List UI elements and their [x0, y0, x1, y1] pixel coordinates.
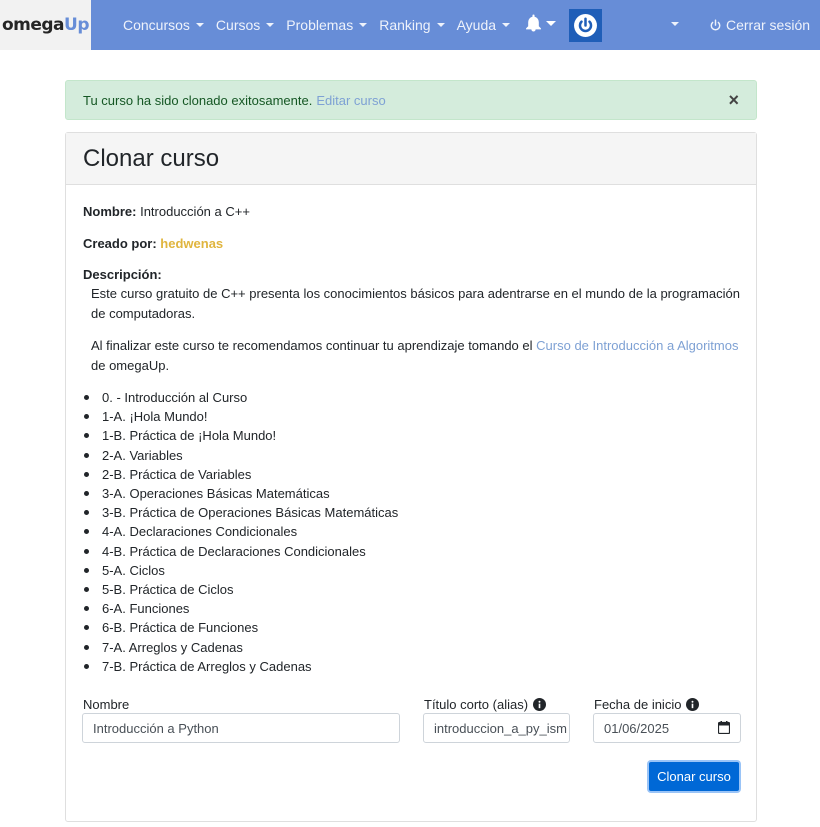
- edit-course-link[interactable]: Editar curso: [316, 93, 385, 108]
- nav-item-ranking[interactable]: Ranking: [373, 17, 450, 33]
- info-icon[interactable]: [686, 698, 700, 711]
- list-item: 4-B. Práctica de Declaraciones Condicion…: [83, 542, 398, 561]
- alias-field-label: Título corto (alias): [424, 697, 547, 712]
- caret-down-icon: [195, 23, 204, 27]
- list-item: 4-A. Declaraciones Condicionales: [83, 522, 398, 541]
- nav-label: Problemas: [286, 17, 354, 33]
- top-navbar: omegaUp Concursos Cursos Problemas Ranki…: [0, 0, 820, 50]
- caret-down-icon: [436, 23, 445, 27]
- nav-label: Ranking: [379, 17, 431, 33]
- brand-logo[interactable]: omegaUp: [0, 0, 91, 50]
- nav-item-cursos[interactable]: Cursos: [210, 17, 280, 33]
- close-alert-button[interactable]: ×: [728, 90, 739, 111]
- start-date-input[interactable]: 01/06/2025: [593, 713, 741, 743]
- calendar-icon[interactable]: [717, 721, 731, 737]
- creator-label: Creado por:: [83, 236, 157, 251]
- clone-course-button[interactable]: Clonar curso: [647, 760, 741, 793]
- alert-message: Tu curso ha sido clonado exitosamente.: [83, 92, 313, 108]
- syllabus-list: 0. - Introducción al Curso 1-A. ¡Hola Mu…: [83, 388, 398, 676]
- nav-label: Ayuda: [456, 17, 497, 33]
- list-item: 7-B. Práctica de Arreglos y Cadenas: [83, 657, 398, 676]
- success-alert: Tu curso ha sido clonado exitosamente. E…: [65, 80, 757, 120]
- description-heading: Descripción:: [83, 267, 162, 282]
- course-name-line: Nombre: Introducción a C++: [83, 204, 250, 219]
- nav-label: Concursos: [123, 17, 190, 33]
- caret-down-icon: [546, 20, 556, 26]
- creator-line: Creado por: hedwenas: [83, 236, 223, 251]
- list-item: 1-B. Práctica de ¡Hola Mundo!: [83, 426, 398, 445]
- bell-icon: [526, 14, 541, 32]
- alias-label-text: Título corto (alias): [424, 697, 529, 712]
- power-icon: [710, 18, 721, 30]
- nav-menu: Concursos Cursos Problemas Ranking Ayuda: [117, 0, 516, 50]
- list-item: 7-A. Arreglos y Cadenas: [83, 638, 398, 657]
- creator-link[interactable]: hedwenas: [160, 236, 223, 251]
- nav-item-concursos[interactable]: Concursos: [117, 17, 210, 33]
- name-label-text: Nombre: [83, 697, 130, 712]
- course-name-value: Introducción a C++: [140, 204, 250, 219]
- notifications-button[interactable]: [525, 14, 556, 32]
- name-field-label: Nombre: [83, 697, 129, 712]
- nav-label: Cursos: [215, 17, 261, 33]
- caret-down-icon: [359, 23, 368, 27]
- start-date-label-text: Fecha de inicio: [594, 697, 682, 712]
- course-name-label: Nombre:: [83, 204, 137, 219]
- description-text: Al finalizar este curso te recomendamos …: [91, 338, 533, 353]
- list-item: 6-B. Práctica de Funciones: [83, 618, 398, 637]
- list-item: 5-A. Ciclos: [83, 561, 398, 580]
- caret-down-icon: [266, 23, 275, 27]
- list-item: 0. - Introducción al Curso: [83, 388, 398, 407]
- list-item: 5-B. Práctica de Ciclos: [83, 580, 398, 599]
- list-item: 6-A. Funciones: [83, 599, 398, 618]
- brand-omega: omega: [1, 15, 65, 35]
- list-item: 2-B. Práctica de Variables: [83, 465, 398, 484]
- description-text: de omegaUp.: [91, 357, 170, 373]
- description-paragraph-2: Al finalizar este curso te recomendamos …: [91, 336, 741, 375]
- card-header: Clonar curso: [66, 133, 756, 185]
- list-item: 2-A. Variables: [83, 446, 398, 465]
- brand-up: Up: [64, 15, 90, 35]
- power-icon: [574, 14, 597, 37]
- caret-down-icon: [502, 23, 511, 27]
- user-menu-caret-icon[interactable]: [671, 22, 679, 26]
- nav-item-problemas[interactable]: Problemas: [280, 17, 373, 33]
- user-avatar[interactable]: [569, 9, 602, 42]
- description-label: Descripción:: [83, 267, 162, 282]
- logout-button[interactable]: Cerrar sesión: [709, 0, 810, 50]
- page-title: Clonar curso: [83, 144, 220, 172]
- list-item: 3-A. Operaciones Básicas Matemáticas: [83, 484, 398, 503]
- name-input[interactable]: Introducción a Python: [82, 713, 400, 743]
- algorithms-course-link[interactable]: Curso de Introducción a Algoritmos: [536, 338, 738, 353]
- info-icon[interactable]: [533, 698, 547, 711]
- clone-course-card: Clonar curso Nombre: Introducción a C++ …: [65, 132, 757, 822]
- start-date-field-label: Fecha de inicio: [594, 697, 700, 712]
- nav-item-ayuda[interactable]: Ayuda: [451, 17, 516, 33]
- alias-input[interactable]: introduccion_a_py_ism: [423, 713, 570, 743]
- list-item: 3-B. Práctica de Operaciones Básicas Mat…: [83, 503, 398, 522]
- logout-label: Cerrar sesión: [726, 17, 811, 33]
- description-paragraph-1: Este curso gratuito de C++ presenta los …: [91, 286, 740, 321]
- list-item: 1-A. ¡Hola Mundo!: [83, 407, 398, 426]
- start-date-value: 01/06/2025: [604, 720, 670, 736]
